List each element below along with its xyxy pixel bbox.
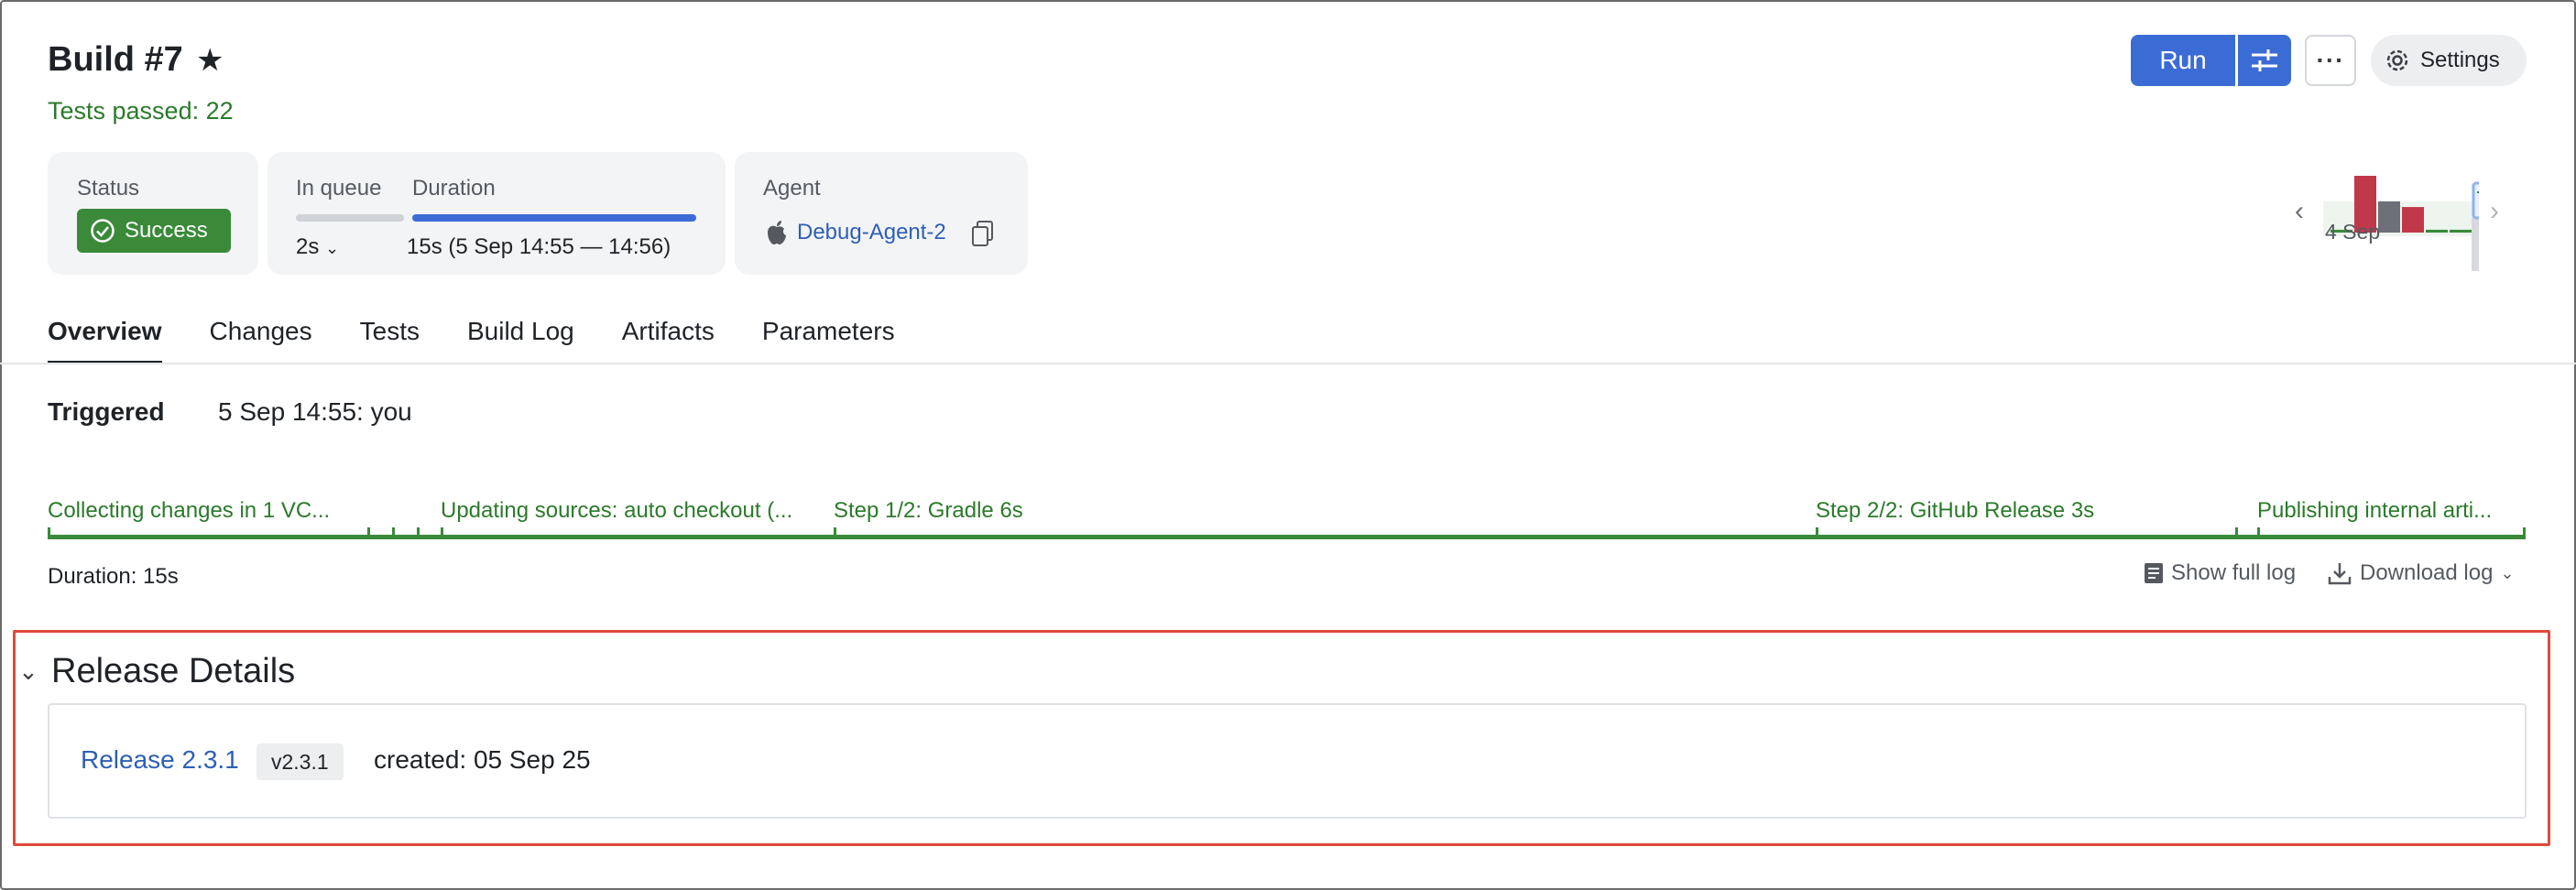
agent-card: Agent Debug-Agent-2 [735,152,1028,275]
history-bar[interactable] [2450,229,2472,233]
history-bar[interactable] [2426,229,2448,233]
release-details-panel: Release 2.3.1 v2.3.1 created: 05 Sep 25 [48,703,2527,819]
timeline-tick [2235,527,2238,537]
queue-value: 2s [296,234,320,259]
release-created-date: created: 05 Sep 25 [374,745,591,774]
triggered-label: Triggered [48,397,165,426]
chevron-down-icon: ⌄ [325,239,340,257]
release-details-title[interactable]: Release Details [51,652,295,691]
copy-icon[interactable] [971,220,995,247]
check-circle-icon [91,219,115,243]
timeline-tick [392,527,395,537]
tests-passed-link[interactable]: Tests passed: 22 [48,97,234,125]
tab-parameters[interactable]: Parameters [762,317,895,364]
status-value: Success [125,218,208,243]
history-bar[interactable] [2472,181,2479,220]
history-current-marker [2472,218,2479,271]
sliders-icon [2252,49,2277,71]
build-history-chart[interactable] [2323,156,2479,275]
duration-bar [412,214,696,222]
show-full-log-label: Show full log [2171,560,2297,585]
queue-bar [296,214,404,222]
history-date: 4 Sep [2325,220,2381,244]
status-badge: Success [77,209,231,253]
status-label: Status [77,176,140,201]
timeline-tick [441,527,443,537]
download-log-label: Download log [2360,560,2494,585]
download-log-button[interactable]: Download log ⌄ [2327,560,2515,586]
queue-dropdown[interactable]: 2s ⌄ [296,234,339,260]
show-full-log-button[interactable]: Show full log [2144,560,2296,586]
tab-overview[interactable]: Overview [48,317,162,364]
agent-link[interactable]: Debug-Agent-2 [797,220,946,245]
tab-divider [0,363,2576,364]
duration-summary: Duration: 15s [48,564,179,589]
gear-icon [2386,49,2408,71]
timing-card: In queue Duration 2s ⌄ 15s (5 Sep 14:55 … [267,152,726,275]
timeline-tick [2257,527,2260,537]
release-link[interactable]: Release 2.3.1 [81,745,239,775]
history-bar[interactable] [2402,207,2424,233]
timeline-step[interactable]: Step 2/2: GitHub Release 3s [1816,498,2094,524]
history-prev-button[interactable]: ‹ [2295,196,2304,227]
tab-artifacts[interactable]: Artifacts [622,317,715,364]
release-tag-badge: v2.3.1 [257,743,344,780]
tab-changes[interactable]: Changes [210,317,312,364]
run-button[interactable]: Run [2131,35,2235,86]
timeline-tick [1816,527,1818,537]
page-title: Build #7 [48,40,183,79]
tab-tests[interactable]: Tests [360,317,420,364]
agent-label: Agent [763,176,821,201]
status-card: Status Success [48,152,258,275]
settings-label: Settings [2420,48,2500,72]
timeline-step[interactable]: Collecting changes in 1 VC... [48,498,330,524]
run-options-button[interactable] [2238,35,2291,86]
timeline-tick [417,527,420,537]
duration-value: 15s (5 Sep 14:55 — 14:56) [407,234,671,259]
log-icon [2145,563,2163,583]
more-actions-button[interactable]: ··· [2305,35,2356,86]
timeline-step[interactable]: Publishing internal arti... [2257,498,2492,524]
triggered-value: 5 Sep 14:55: you [218,397,412,426]
queue-label: In queue [296,176,382,201]
duration-label: Duration [412,176,496,201]
collapse-chevron-icon[interactable]: ⌄ [18,657,38,686]
download-icon [2328,563,2352,585]
star-icon[interactable]: ★ [196,42,224,79]
chevron-down-icon: ⌄ [2500,563,2515,582]
history-next-button[interactable]: › [2490,196,2499,227]
timeline-step[interactable]: Updating sources: auto checkout (... [441,498,792,524]
timeline-step[interactable]: Step 1/2: Gradle 6s [834,498,1023,524]
timeline-tick [48,527,50,537]
tab-bar: Overview Changes Tests Build Log Artifacts Pa… [48,317,943,364]
timeline-tick [367,527,370,537]
timeline-tick [834,527,836,537]
apple-icon [768,221,786,244]
history-bar[interactable] [2378,201,2400,233]
tab-build-log[interactable]: Build Log [467,317,574,364]
timeline-tick [2523,527,2526,537]
settings-button[interactable]: Settings [2371,35,2527,86]
